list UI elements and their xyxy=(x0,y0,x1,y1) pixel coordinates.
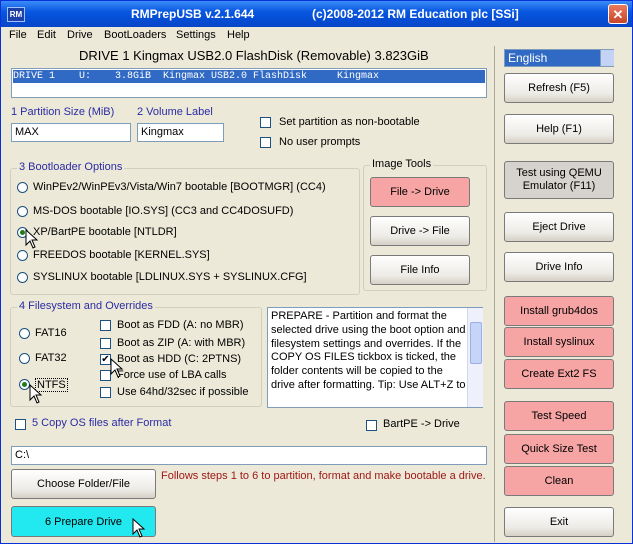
bartpe-checkbox[interactable] xyxy=(366,420,377,431)
bootloader-group-title: 3 Bootloader Options xyxy=(17,161,125,173)
right-panel-divider xyxy=(494,46,495,542)
partition-size-label: 1 Partition Size (MiB) xyxy=(11,106,115,118)
eject-drive-label: Eject Drive xyxy=(532,221,586,233)
qemu-test-label: Test using QEMU Emulator (F11) xyxy=(516,167,602,192)
choose-folder-label: Choose Folder/File xyxy=(37,478,130,490)
bootloader-option-freedos: FREEDOS bootable [KERNEL.SYS] xyxy=(33,249,210,261)
clean-button[interactable]: Clean xyxy=(504,466,614,496)
fs-radio-fat16[interactable] xyxy=(19,328,30,339)
language-value: English xyxy=(508,51,548,65)
create-ext2-button[interactable]: Create Ext2 FS xyxy=(504,359,614,389)
override-label-zip: Boot as ZIP (A: with MBR) xyxy=(117,337,246,349)
exit-button[interactable]: Exit xyxy=(504,507,614,537)
quick-size-test-button[interactable]: Quick Size Test xyxy=(504,434,614,464)
quick-size-test-label: Quick Size Test xyxy=(521,443,597,455)
bootloader-option-msdos: MS-DOS bootable [IO.SYS] (CC3 and CC4DOS… xyxy=(33,205,294,217)
fs-radio-fat32[interactable] xyxy=(19,353,30,364)
non-bootable-label: Set partition as non-bootable xyxy=(279,116,420,128)
drive-header: DRIVE 1 Kingmax USB2.0 FlashDisk (Remova… xyxy=(79,48,429,63)
test-speed-button[interactable]: Test Speed xyxy=(504,401,614,431)
bartpe-label: BartPE -> Drive xyxy=(383,418,460,430)
drive-list-row[interactable]: DRIVE 1 U: 3.8GiB Kingmax USB2.0 FlashDi… xyxy=(13,70,485,83)
volume-label-label: 2 Volume Label xyxy=(137,106,213,118)
override-label-lba: Force use of LBA calls xyxy=(117,369,227,381)
file-to-drive-label: File -> Drive xyxy=(390,186,450,198)
clean-label: Clean xyxy=(544,475,574,487)
create-ext2-label: Create Ext2 FS xyxy=(521,368,597,380)
info-text-area[interactable]: PREPARE - Partition and format the selec… xyxy=(267,307,483,408)
install-grub4dos-button[interactable]: Install grub4dos xyxy=(504,296,614,326)
file-info-label: File Info xyxy=(400,264,440,276)
bootloader-option-syslinux: SYSLINUX bootable [LDLINUX.SYS + SYSLINU… xyxy=(33,271,307,283)
test-speed-label: Test Speed xyxy=(531,410,587,422)
copy-os-label: 5 Copy OS files after Format xyxy=(32,417,172,429)
bootloader-radio-freedos[interactable] xyxy=(17,250,28,261)
prepare-drive-label: 6 Prepare Drive xyxy=(44,515,123,528)
drive-list[interactable]: DRIVE 1 U: 3.8GiB Kingmax USB2.0 FlashDi… xyxy=(11,68,487,98)
bootloader-radio-syslinux[interactable] xyxy=(17,272,28,283)
eject-drive-button[interactable]: Eject Drive xyxy=(504,212,614,242)
mouse-pointer-icon xyxy=(29,384,43,404)
override-label-hdd: Boot as HDD (C: 2PTNS) xyxy=(117,353,242,365)
title-bar[interactable]: RM RMPrepUSB v.2.1.644 (c)2008-2012 RM E… xyxy=(1,1,632,27)
app-icon: RM xyxy=(7,7,25,22)
bootloader-radio-msdos[interactable] xyxy=(17,206,28,217)
partition-size-input[interactable]: MAX xyxy=(11,123,131,142)
steps-hint: Follows steps 1 to 6 to partition, forma… xyxy=(161,470,486,482)
info-scrollbar[interactable] xyxy=(467,308,483,407)
no-prompts-label: No user prompts xyxy=(279,136,361,148)
override-checkbox-64hd[interactable] xyxy=(100,387,111,398)
no-prompts-checkbox[interactable] xyxy=(260,137,271,148)
volume-label-input[interactable]: Kingmax xyxy=(137,123,224,142)
window-title: RMPrepUSB v.2.1.644 xyxy=(131,7,255,21)
exit-label: Exit xyxy=(549,516,569,528)
override-label-64hd: Use 64hd/32sec if possible xyxy=(117,386,249,398)
info-scroll-thumb[interactable] xyxy=(470,322,482,364)
language-spinner-icon[interactable] xyxy=(600,50,614,66)
filesystem-group-title: 4 Filesystem and Overrides xyxy=(17,300,155,312)
non-bootable-checkbox[interactable] xyxy=(260,117,271,128)
menu-file[interactable]: File xyxy=(9,29,27,41)
mouse-pointer-icon xyxy=(132,518,146,538)
menu-drive[interactable]: Drive xyxy=(67,29,93,41)
refresh-label: Refresh (F5) xyxy=(528,82,590,94)
drive-info-button[interactable]: Drive Info xyxy=(504,252,614,282)
bootloader-option-xp: XP/BartPE bootable [NTLDR] xyxy=(33,226,177,238)
language-select[interactable]: English xyxy=(504,49,614,67)
fs-label-fat16: FAT16 xyxy=(35,327,67,339)
mouse-pointer-icon xyxy=(25,229,39,249)
app-window: RM RMPrepUSB v.2.1.644 (c)2008-2012 RM E… xyxy=(0,0,633,544)
drive-info-label: Drive Info xyxy=(535,261,583,273)
window-copyright: (c)2008-2012 RM Education plc [SSi] xyxy=(312,7,519,21)
choose-folder-button[interactable]: Choose Folder/File xyxy=(11,469,156,499)
mouse-pointer-icon xyxy=(110,358,124,378)
fs-label-fat32: FAT32 xyxy=(35,352,67,364)
override-label-fdd: Boot as FDD (A: no MBR) xyxy=(117,319,244,331)
menu-bar: File Edit Drive BootLoaders Settings Hel… xyxy=(1,27,632,45)
image-tools-title: Image Tools xyxy=(370,158,434,170)
install-syslinux-button[interactable]: Install syslinux xyxy=(504,327,614,357)
close-icon[interactable]: ✕ xyxy=(608,4,628,24)
menu-help[interactable]: Help xyxy=(227,29,250,41)
menu-bootloaders[interactable]: BootLoaders xyxy=(104,29,166,41)
bootloader-radio-winpe[interactable] xyxy=(17,182,28,193)
override-checkbox-zip[interactable] xyxy=(100,338,111,349)
override-checkbox-fdd[interactable] xyxy=(100,320,111,331)
copy-os-checkbox[interactable] xyxy=(15,419,26,430)
drive-to-file-label: Drive -> File xyxy=(390,225,450,237)
qemu-test-button[interactable]: Test using QEMU Emulator (F11) xyxy=(504,161,614,199)
help-button[interactable]: Help (F1) xyxy=(504,114,614,144)
install-grub4dos-label: Install grub4dos xyxy=(520,305,598,317)
install-syslinux-label: Install syslinux xyxy=(523,336,595,348)
menu-settings[interactable]: Settings xyxy=(176,29,216,41)
check-icon: ✔ xyxy=(101,354,110,365)
path-input[interactable]: C:\ xyxy=(11,446,487,465)
file-info-button[interactable]: File Info xyxy=(370,255,470,285)
bootloader-option-winpe: WinPEv2/WinPEv3/Vista/Win7 bootable [BOO… xyxy=(33,181,326,193)
menu-edit[interactable]: Edit xyxy=(37,29,56,41)
help-label: Help (F1) xyxy=(536,123,582,135)
refresh-button[interactable]: Refresh (F5) xyxy=(504,73,614,103)
drive-to-file-button[interactable]: Drive -> File xyxy=(370,216,470,246)
file-to-drive-button[interactable]: File -> Drive xyxy=(370,177,470,207)
